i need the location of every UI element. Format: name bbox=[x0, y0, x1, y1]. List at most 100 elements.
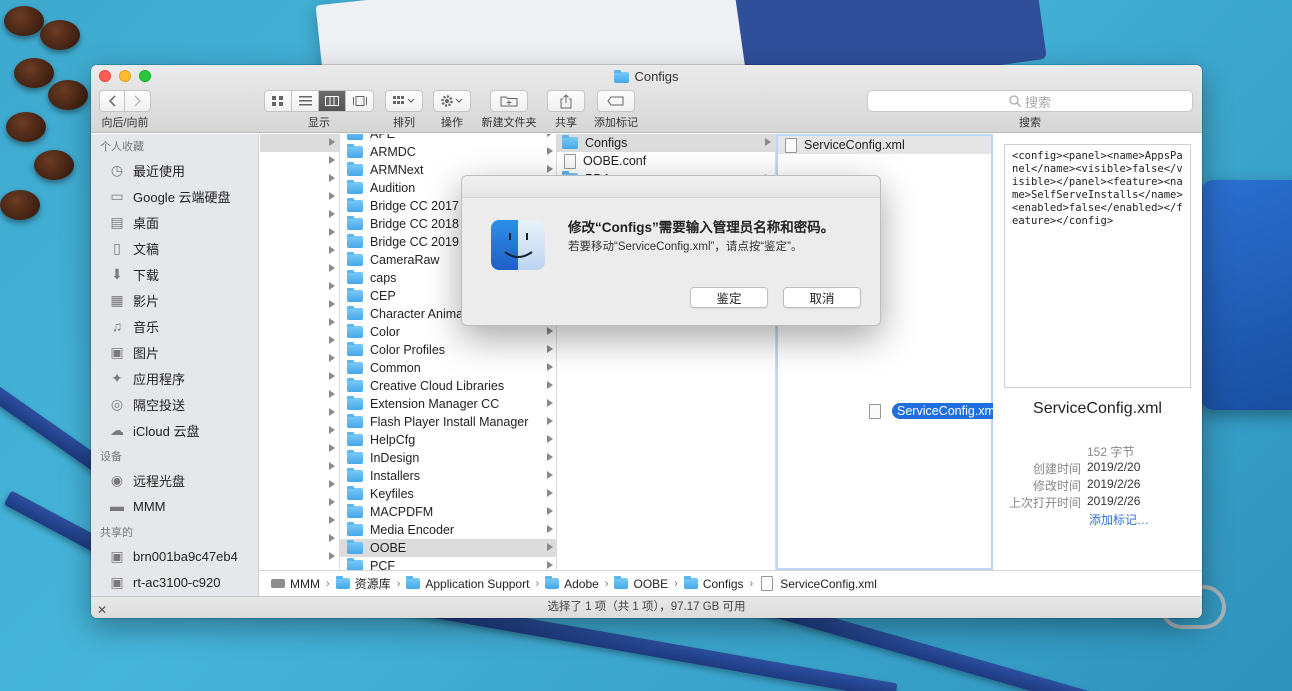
back-button[interactable] bbox=[99, 90, 125, 112]
column-1-row[interactable] bbox=[260, 548, 339, 566]
column-1-row[interactable] bbox=[260, 152, 339, 170]
folder-row[interactable]: APE bbox=[340, 134, 556, 143]
folder-row[interactable]: InDesign bbox=[340, 449, 556, 467]
chevron-right-icon bbox=[329, 444, 335, 452]
sidebar-item[interactable]: ◎ 隔空投送 bbox=[91, 391, 258, 417]
path-segment-label: 资源库 bbox=[354, 577, 391, 591]
column-1-row[interactable] bbox=[260, 278, 339, 296]
gallery-icon bbox=[352, 96, 367, 106]
new-folder-button[interactable] bbox=[490, 90, 528, 112]
column-1-row[interactable] bbox=[260, 476, 339, 494]
sidebar-item[interactable]: ♫ 音乐 bbox=[91, 313, 258, 339]
path-segment[interactable]: Configs bbox=[683, 576, 744, 591]
column-1-row[interactable] bbox=[260, 332, 339, 350]
column-1-row[interactable] bbox=[260, 440, 339, 458]
folder-name: Audition bbox=[370, 181, 416, 195]
folder-icon bbox=[347, 504, 363, 518]
chevron-right-icon bbox=[329, 318, 335, 326]
column-1-row[interactable] bbox=[260, 314, 339, 332]
column-1-row[interactable] bbox=[260, 242, 339, 260]
folder-row[interactable]: Keyfiles bbox=[340, 485, 556, 503]
path-segment[interactable]: Application Support bbox=[406, 576, 529, 591]
sidebar-item[interactable]: ▣ 图片 bbox=[91, 339, 258, 365]
folder-row[interactable]: Flash Player Install Manager bbox=[340, 413, 556, 431]
search-input[interactable]: 搜索 bbox=[867, 90, 1193, 112]
list-view-button[interactable] bbox=[292, 91, 319, 111]
column-1-row[interactable] bbox=[260, 386, 339, 404]
share-button[interactable] bbox=[547, 90, 585, 112]
column-1-row[interactable] bbox=[260, 512, 339, 530]
sidebar-item[interactable]: ▭ Google 云端硬盘 bbox=[91, 183, 258, 209]
folder-row[interactable]: MACPDFM bbox=[340, 503, 556, 521]
folder-row[interactable]: OOBE bbox=[340, 539, 556, 557]
path-separator-icon: › bbox=[604, 577, 609, 590]
arrange-button[interactable] bbox=[385, 90, 423, 112]
folder-row[interactable]: ARMDC bbox=[340, 143, 556, 161]
folder-icon bbox=[614, 70, 630, 83]
gallery-view-button[interactable] bbox=[346, 91, 373, 111]
column-1-row[interactable] bbox=[260, 368, 339, 386]
icon-view-button[interactable] bbox=[265, 91, 292, 111]
column-1-row[interactable] bbox=[260, 260, 339, 278]
column-1-row[interactable] bbox=[260, 188, 339, 206]
folder-row[interactable]: Common bbox=[340, 359, 556, 377]
sidebar-item[interactable]: ☁ iCloud 云盘 bbox=[91, 417, 258, 443]
column-view-button[interactable] bbox=[319, 91, 346, 111]
chevron-right-icon bbox=[329, 426, 335, 434]
column-1-selected-row[interactable] bbox=[260, 134, 339, 152]
add-tags-link[interactable]: 添加标记… bbox=[1089, 511, 1149, 528]
sidebar-toggle-icon[interactable]: ✕ bbox=[97, 600, 107, 618]
column-1-row[interactable] bbox=[260, 170, 339, 188]
forward-button[interactable] bbox=[124, 90, 151, 112]
sidebar-item[interactable]: ◷ 最近使用 bbox=[91, 157, 258, 183]
folder-name: ARMDC bbox=[370, 145, 416, 159]
coffee-bean bbox=[34, 150, 74, 180]
folder-row[interactable]: Configs bbox=[557, 134, 775, 152]
folder-icon bbox=[562, 135, 578, 149]
created-label: 创建时间 bbox=[1032, 462, 1081, 476]
folder-row[interactable]: PCF bbox=[340, 557, 556, 570]
sidebar-item[interactable]: ▣ rt-ac3100-c920 bbox=[91, 569, 258, 595]
monitor-icon: ▣ bbox=[110, 573, 124, 590]
folder-icon bbox=[347, 540, 363, 554]
folder-row[interactable]: Extension Manager CC bbox=[340, 395, 556, 413]
folder-row[interactable]: Creative Cloud Libraries bbox=[340, 377, 556, 395]
column-1-row[interactable] bbox=[260, 224, 339, 242]
file-row[interactable]: ServiceConfig.xml bbox=[778, 136, 991, 154]
path-segment[interactable]: Adobe bbox=[545, 576, 599, 591]
column-1-row[interactable] bbox=[260, 404, 339, 422]
sidebar-item[interactable]: ✦ 应用程序 bbox=[91, 365, 258, 391]
authenticate-button[interactable]: 鉴定 bbox=[690, 287, 768, 308]
sidebar-item[interactable]: ▯ 文稿 bbox=[91, 235, 258, 261]
sidebar-item[interactable]: ▤ 桌面 bbox=[91, 209, 258, 235]
folder-row[interactable]: HelpCfg bbox=[340, 431, 556, 449]
column-1-row[interactable] bbox=[260, 458, 339, 476]
folder-name: Keyfiles bbox=[370, 487, 414, 501]
folder-row[interactable]: Color Profiles bbox=[340, 341, 556, 359]
sidebar-item[interactable]: ▦ 影片 bbox=[91, 287, 258, 313]
sidebar-item[interactable]: ⬇ 下载 bbox=[91, 261, 258, 287]
list-icon bbox=[298, 96, 312, 106]
column-1-row[interactable] bbox=[260, 530, 339, 548]
column-1-row[interactable] bbox=[260, 296, 339, 314]
cancel-button[interactable]: 取消 bbox=[783, 287, 861, 308]
path-segment[interactable]: OOBE bbox=[614, 576, 668, 591]
sidebar-item[interactable]: ▣ brn001ba9c47eb4 bbox=[91, 543, 258, 569]
dragged-file[interactable]: ServiceConfig.xml bbox=[867, 403, 1003, 419]
sidebar-item[interactable]: ▬ MMM bbox=[91, 493, 258, 519]
chevron-right-icon bbox=[547, 134, 553, 137]
path-segment[interactable]: MMM bbox=[271, 577, 320, 591]
path-segment[interactable]: ServiceConfig.xml bbox=[759, 576, 877, 591]
sidebar-item[interactable]: ◉ 远程光盘 bbox=[91, 467, 258, 493]
column-1-row[interactable] bbox=[260, 206, 339, 224]
add-tags-button[interactable] bbox=[597, 90, 635, 112]
file-row[interactable]: OOBE.conf bbox=[557, 152, 775, 170]
column-1-row[interactable] bbox=[260, 350, 339, 368]
path-segment[interactable]: 资源库 bbox=[335, 575, 391, 592]
column-1-row[interactable] bbox=[260, 494, 339, 512]
folder-row[interactable]: Media Encoder bbox=[340, 521, 556, 539]
column-1-row[interactable] bbox=[260, 422, 339, 440]
drive-icon: ▭ bbox=[110, 187, 124, 204]
folder-row[interactable]: Installers bbox=[340, 467, 556, 485]
action-button[interactable] bbox=[433, 90, 471, 112]
